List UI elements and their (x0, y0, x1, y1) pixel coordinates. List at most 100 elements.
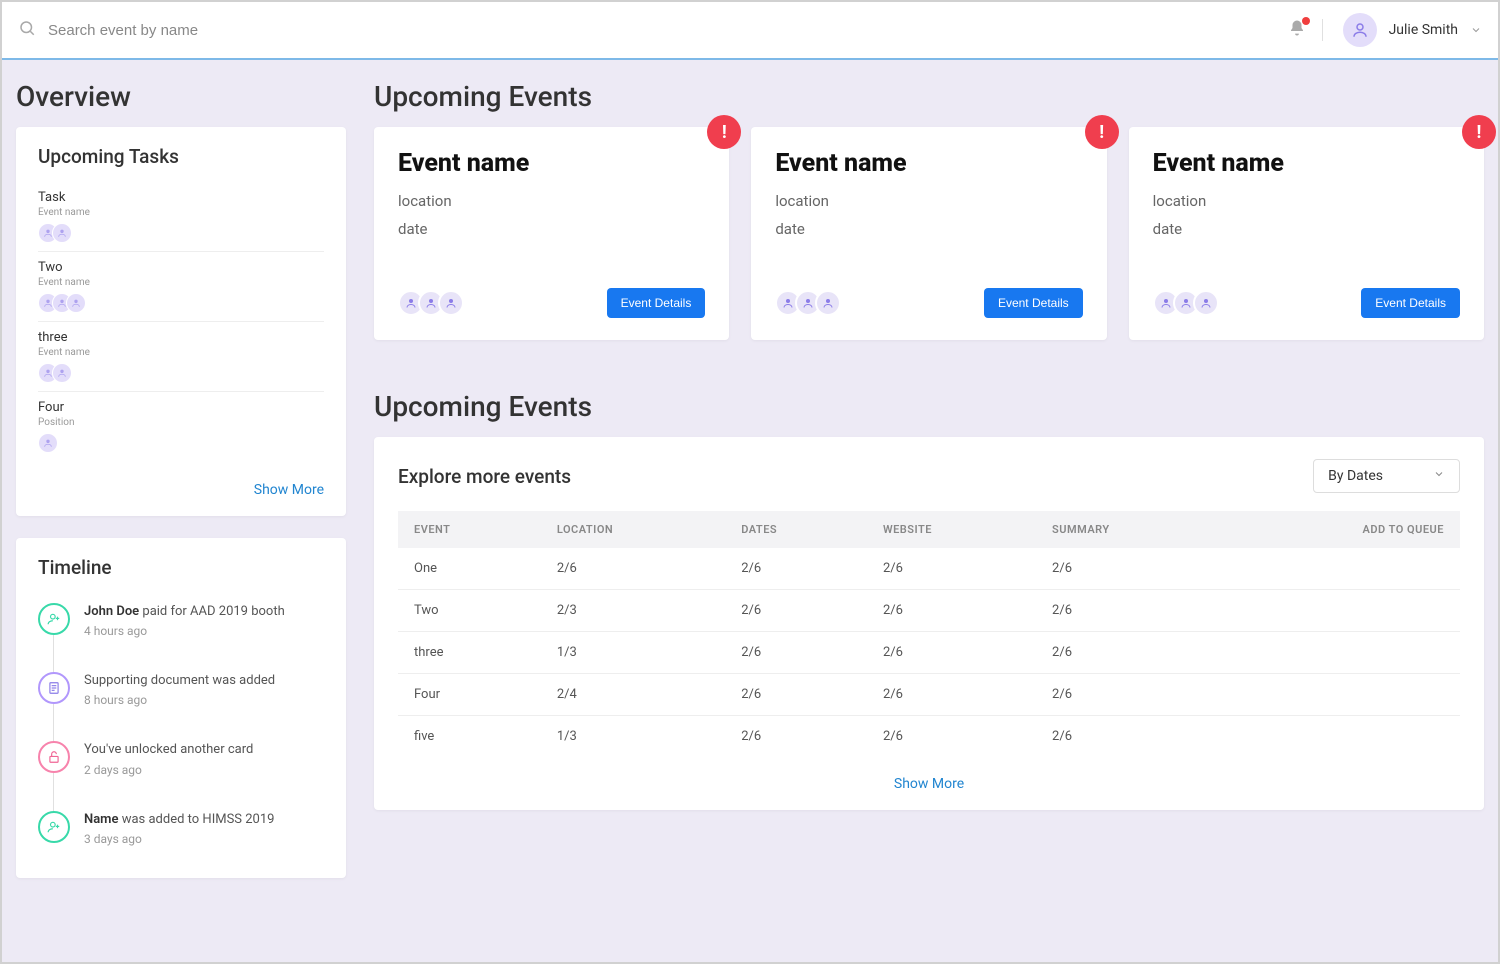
chevron-down-icon (1433, 468, 1445, 484)
cell-event: three (398, 632, 541, 674)
task-name: three (38, 330, 324, 345)
avatar-group (38, 433, 324, 453)
timeline-time: 4 hours ago (84, 624, 285, 638)
event-card: !Event namelocationdateEvent Details (374, 127, 729, 340)
table-header: Event (398, 511, 541, 548)
cell-website: 2/6 (867, 674, 1036, 716)
cell-dates: 2/6 (725, 674, 867, 716)
event-details-button[interactable]: Event Details (607, 288, 706, 318)
table-row[interactable]: One2/62/62/62/6 (398, 548, 1460, 590)
cell-dates: 2/6 (725, 590, 867, 632)
table-header: Location (541, 511, 725, 548)
table-row[interactable]: five1/32/62/62/6 (398, 716, 1460, 758)
timeline-text: You've unlocked another card (84, 741, 253, 759)
event-card-date: date (775, 220, 1082, 238)
tasks-show-more[interactable]: Show More (38, 479, 324, 498)
cell-summary: 2/6 (1036, 590, 1223, 632)
table-row[interactable]: Four2/42/62/62/6 (398, 674, 1460, 716)
timeline-item: Supporting document was added8 hours ago (38, 672, 324, 741)
notification-dot-icon (1302, 17, 1310, 25)
event-card: !Event namelocationdateEvent Details (1129, 127, 1484, 340)
cell-add-to-queue (1223, 632, 1460, 674)
table-show-more[interactable]: Show More (398, 773, 1460, 792)
user-menu[interactable]: Julie Smith (1343, 13, 1482, 47)
avatar-group (38, 293, 324, 313)
event-card-date: date (1153, 220, 1460, 238)
cell-summary: 2/6 (1036, 632, 1223, 674)
timeline-icon (38, 603, 70, 635)
notifications-button[interactable] (1288, 19, 1323, 41)
upcoming-events-title: Upcoming Events (374, 80, 1484, 113)
timeline-text: Name was added to HIMSS 2019 (84, 811, 274, 829)
timeline-time: 2 days ago (84, 763, 253, 777)
timeline-item: You've unlocked another card 2 days ago (38, 741, 324, 810)
event-details-button[interactable]: Event Details (1361, 288, 1460, 318)
task-item[interactable]: Task Event name (38, 182, 324, 252)
timeline-icon (38, 741, 70, 773)
search-input[interactable] (48, 22, 448, 39)
cell-event: One (398, 548, 541, 590)
alert-icon: ! (707, 115, 741, 149)
timeline-text: Supporting document was added (84, 672, 275, 690)
table-header: Website (867, 511, 1036, 548)
tasks-card-title: Upcoming Tasks (38, 145, 324, 168)
task-item[interactable]: three Event name (38, 322, 324, 392)
task-name: Two (38, 260, 324, 275)
task-item[interactable]: FourPosition (38, 392, 324, 461)
cell-location: 2/4 (541, 674, 725, 716)
table-header: Dates (725, 511, 867, 548)
avatar-icon (815, 290, 841, 316)
mini-avatar (66, 293, 86, 313)
timeline-title: Timeline (38, 556, 324, 579)
cell-website: 2/6 (867, 632, 1036, 674)
event-card-location: location (1153, 192, 1460, 210)
timeline-time: 3 days ago (84, 832, 274, 846)
cell-event: five (398, 716, 541, 758)
cell-summary: 2/6 (1036, 716, 1223, 758)
cell-event: Two (398, 590, 541, 632)
sort-label: By Dates (1328, 468, 1383, 484)
cell-add-to-queue (1223, 590, 1460, 632)
event-card: !Event namelocationdateEvent Details (751, 127, 1106, 340)
timeline-text: John Doe paid for AAD 2019 booth (84, 603, 285, 621)
task-name: Task (38, 190, 324, 205)
header: Julie Smith (2, 2, 1498, 60)
table-row[interactable]: three1/32/62/62/6 (398, 632, 1460, 674)
mini-avatar (38, 433, 58, 453)
explore-title: Explore more events (398, 465, 571, 488)
avatar-group (38, 223, 324, 243)
header-right: Julie Smith (1288, 13, 1482, 47)
task-subtitle: Event name (38, 347, 324, 358)
timeline-icon (38, 811, 70, 843)
event-card-title: Event name (398, 149, 705, 178)
task-item[interactable]: TwoEvent name (38, 252, 324, 322)
cell-location: 1/3 (541, 716, 725, 758)
cell-summary: 2/6 (1036, 674, 1223, 716)
table-row[interactable]: Two2/32/62/62/6 (398, 590, 1460, 632)
event-card-location: location (398, 192, 705, 210)
timeline-card: Timeline John Doe paid for AAD 2019 boot… (16, 538, 346, 878)
cell-dates: 2/6 (725, 548, 867, 590)
user-name-label: Julie Smith (1389, 22, 1458, 38)
mini-avatar (52, 223, 72, 243)
explore-card: Explore more events By Dates EventLocati… (374, 437, 1484, 810)
task-subtitle: Position (38, 417, 324, 428)
event-details-button[interactable]: Event Details (984, 288, 1083, 318)
search-icon (18, 19, 36, 41)
task-subtitle: Event name (38, 207, 324, 218)
event-card-title: Event name (1153, 149, 1460, 178)
timeline-icon (38, 672, 70, 704)
cell-website: 2/6 (867, 548, 1036, 590)
cell-add-to-queue (1223, 674, 1460, 716)
sidebar: Overview Upcoming Tasks Task Event name Tw… (16, 80, 346, 942)
cell-location: 2/6 (541, 548, 725, 590)
avatar-stack (398, 290, 458, 316)
cell-add-to-queue (1223, 548, 1460, 590)
overview-title: Overview (16, 80, 346, 113)
alert-icon: ! (1462, 115, 1496, 149)
main: Overview Upcoming Tasks Task Event name Tw… (2, 60, 1498, 962)
event-card-location: location (775, 192, 1082, 210)
cell-location: 1/3 (541, 632, 725, 674)
cell-dates: 2/6 (725, 632, 867, 674)
sort-dropdown[interactable]: By Dates (1313, 459, 1460, 493)
